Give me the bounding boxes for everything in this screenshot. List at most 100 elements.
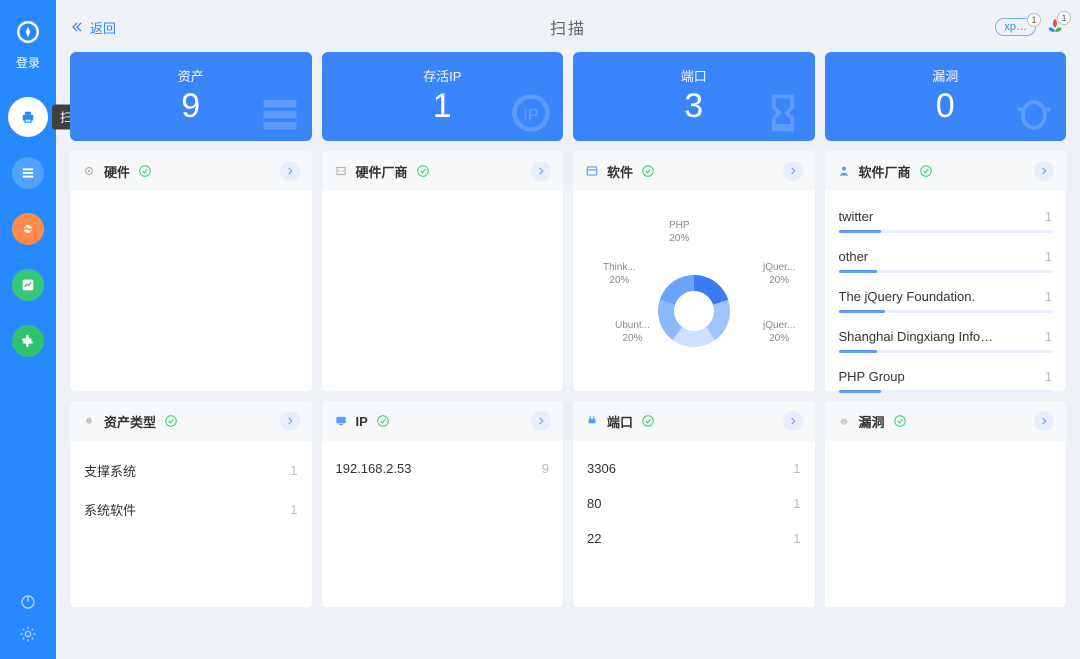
item-name: 192.168.2.53: [336, 461, 542, 476]
list-item[interactable]: 801: [587, 486, 801, 521]
stat-liveip[interactable]: 存活IP 1 IP: [322, 52, 564, 141]
panel-asset-type: 资产类型 支撑系统1系统软件1: [70, 401, 312, 607]
list-item[interactable]: PHP Group1: [839, 361, 1053, 401]
donut-label: PHP20%: [669, 219, 690, 245]
expand-button[interactable]: [783, 161, 803, 181]
tri-badge: 1: [1057, 11, 1071, 25]
stat-bg-icon: [761, 91, 805, 135]
panel-port: 端口 33061801221: [573, 401, 815, 607]
printer-icon: [19, 108, 37, 126]
item-count: 1: [1045, 289, 1052, 304]
item-name: 22: [587, 531, 793, 546]
panel-ip: IP 192.168.2.539: [322, 401, 564, 607]
item-name: PHP Group: [839, 369, 1045, 384]
power-icon[interactable]: [19, 593, 37, 611]
donut-label: Think...20%: [603, 261, 636, 287]
check-icon: [164, 414, 178, 428]
stat-label: 端口: [573, 66, 815, 85]
app-icon: [585, 164, 599, 178]
panel-title: 硬件: [104, 162, 130, 181]
panel-title: 硬件厂商: [356, 162, 408, 181]
page-title: 扫描: [550, 15, 586, 39]
sidebar: 登录 扫描: [0, 0, 56, 659]
item-count: 1: [290, 463, 297, 478]
panel-title: IP: [356, 414, 368, 429]
nav-analytics[interactable]: [8, 265, 48, 305]
item-count: 1: [1045, 369, 1052, 384]
list-item[interactable]: 33061: [587, 451, 801, 486]
panel-vuln: 漏洞: [825, 401, 1067, 607]
panel-title: 软件: [607, 162, 633, 181]
expand-button[interactable]: [280, 411, 300, 431]
nav-plugin[interactable]: [8, 321, 48, 361]
nav-bug[interactable]: [8, 209, 48, 249]
stat-bg-icon: [1012, 91, 1056, 135]
check-icon: [416, 164, 430, 178]
expand-button[interactable]: [531, 161, 551, 181]
panel-software: 软件 PHP20%jQuer...20%jQuer...20%Ubunt...2…: [573, 151, 815, 391]
vendor-icon: [334, 164, 348, 178]
stat-bg-icon: IP: [509, 91, 553, 135]
flame-icon: [82, 414, 96, 428]
item-count: 1: [1045, 249, 1052, 264]
donut-label: jQuer...20%: [763, 319, 795, 345]
list-item[interactable]: 系统软件1: [84, 490, 298, 529]
expand-button[interactable]: [1034, 411, 1054, 431]
stat-vulns[interactable]: 漏洞 0: [825, 52, 1067, 141]
item-count: 1: [290, 502, 297, 517]
list-icon: [20, 165, 36, 181]
item-name: The jQuery Foundation.: [839, 289, 1045, 304]
chart-icon: [20, 277, 36, 293]
stat-label: 存活IP: [322, 66, 564, 85]
panel-title: 资产类型: [104, 412, 156, 431]
bug2-icon: [837, 414, 851, 428]
donut-label: jQuer...20%: [763, 261, 795, 287]
list-item[interactable]: 221: [587, 521, 801, 556]
login-link[interactable]: 登录: [16, 54, 40, 71]
xp-pill[interactable]: xp… 1: [995, 18, 1036, 36]
item-count: 1: [793, 496, 800, 511]
panel-title: 软件厂商: [859, 162, 911, 181]
stat-bg-icon: [258, 91, 302, 135]
bug-icon: [20, 221, 36, 237]
back-label: 返回: [90, 18, 116, 37]
item-name: other: [839, 249, 1045, 264]
item-name: twitter: [839, 209, 1045, 224]
logo-icon: [14, 18, 42, 46]
check-icon: [893, 414, 907, 428]
puzzle-icon: [20, 333, 36, 349]
list-item[interactable]: 192.168.2.539: [336, 451, 550, 486]
list-item[interactable]: 支撑系统1: [84, 451, 298, 490]
list-item[interactable]: twitter1: [839, 201, 1053, 241]
expand-button[interactable]: [280, 161, 300, 181]
list-item[interactable]: The jQuery Foundation.1: [839, 281, 1053, 321]
list-item[interactable]: other1: [839, 241, 1053, 281]
item-count: 1: [1045, 209, 1052, 224]
donut-chart: PHP20%jQuer...20%jQuer...20%Ubunt...20%T…: [573, 191, 815, 431]
monitor-icon: [334, 414, 348, 428]
item-name: 80: [587, 496, 793, 511]
stat-label: 资产: [70, 66, 312, 85]
list-item[interactable]: Shanghai Dingxiang Info…1: [839, 321, 1053, 361]
nav-scan[interactable]: 扫描: [8, 97, 48, 137]
svg-text:IP: IP: [523, 106, 539, 124]
xp-label: xp…: [1004, 21, 1027, 33]
chevron-double-left-icon: [70, 20, 84, 34]
stat-assets[interactable]: 资产 9: [70, 52, 312, 141]
check-icon: [919, 164, 933, 178]
nav-list[interactable]: [8, 153, 48, 193]
panel-hardware: 硬件: [70, 151, 312, 391]
cpu-icon: [82, 164, 96, 178]
stat-label: 漏洞: [825, 66, 1067, 85]
check-icon: [641, 164, 655, 178]
back-button[interactable]: 返回: [70, 18, 116, 37]
check-icon: [138, 164, 152, 178]
expand-button[interactable]: [1034, 161, 1054, 181]
item-count: 9: [542, 461, 549, 476]
gear-icon[interactable]: [19, 625, 37, 643]
item-name: 3306: [587, 461, 793, 476]
panel-hardware-vendor: 硬件厂商: [322, 151, 564, 391]
expand-button[interactable]: [531, 411, 551, 431]
stat-ports[interactable]: 端口 3: [573, 52, 815, 141]
tri-logo-icon[interactable]: 1: [1044, 16, 1066, 38]
